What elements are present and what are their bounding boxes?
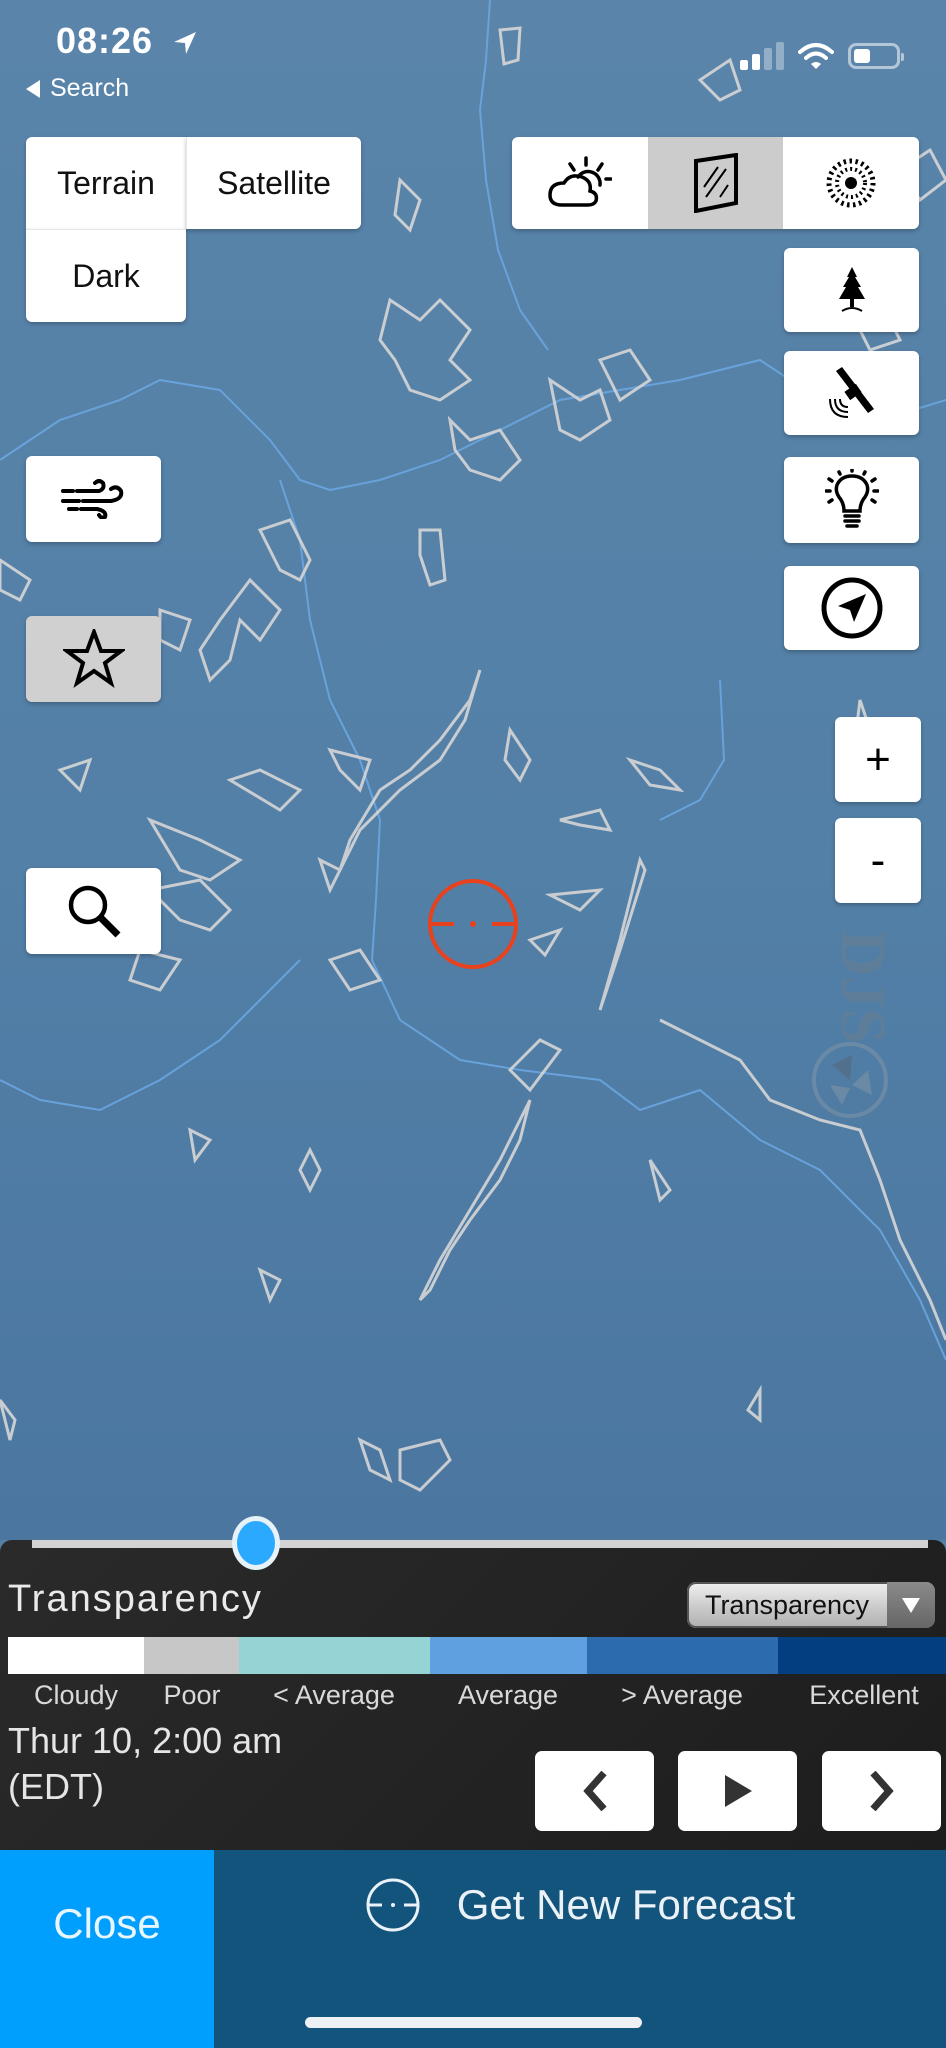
locate-me-button[interactable] [784,566,919,650]
chevron-left-icon [582,1771,607,1811]
zoom-out-button[interactable]: - [835,818,921,903]
star-icon [62,629,125,688]
wind-icon [60,479,123,519]
back-triangle-icon [26,79,40,98]
previous-time-button[interactable] [535,1751,654,1831]
legend-swatch-average [430,1637,587,1674]
close-button[interactable]: Close [0,1850,214,2048]
tree-icon [838,267,865,312]
legend-label: Poor [163,1680,221,1710]
layer-select-value: Transparency [704,1589,870,1620]
map-type-dark-button[interactable]: Dark [26,229,186,322]
favorites-button[interactable] [26,616,161,702]
crosshair-icon [366,1878,420,1932]
cellular-signal-icon [740,42,784,70]
play-icon [724,1775,752,1807]
back-search-label: Search [50,74,130,102]
satellite-icon [828,367,874,418]
status-indicators [740,42,904,70]
search-icon [68,885,120,938]
legend-swatch-cloudy [8,1637,144,1674]
legend-color-bar [8,1637,946,1674]
legend-label: > Average [621,1680,743,1710]
lightbulb-icon [824,469,879,528]
panel-title: Transparency [8,1578,263,1620]
legend-label: < Average [273,1680,395,1710]
home-indicator[interactable] [305,2017,642,2028]
map-type-satellite-button[interactable]: Satellite [186,137,361,229]
next-time-button[interactable] [822,1751,941,1831]
layer-seeing-button[interactable] [783,137,919,229]
get-new-forecast-label: Get New Forecast [456,1881,796,1928]
legend-swatch-poor [144,1637,239,1674]
layer-transparency-button[interactable] [647,137,784,229]
dropdown-arrow-icon [887,1582,935,1628]
legend-swatch-above-average [587,1637,778,1674]
satellite-layer-button[interactable] [784,351,919,435]
wifi-icon [798,43,834,69]
legend-swatch-below-average [239,1637,430,1674]
light-pollution-button[interactable] [784,457,919,543]
legend-swatch-excellent [778,1637,946,1674]
forest-layer-button[interactable] [784,248,919,332]
layer-select-dropdown[interactable]: Transparency [687,1582,935,1628]
watermark-text: DJS [828,930,892,1044]
close-label: Close [53,1900,161,1947]
timeline-slider-track[interactable] [32,1540,928,1548]
legend-labels: Cloudy Poor < Average Average > Average … [0,1680,946,1716]
zoom-in-button[interactable]: + [835,717,921,802]
play-button[interactable] [678,1751,797,1831]
forecast-layer-toggle [512,137,919,229]
legend-label: Cloudy [33,1680,119,1710]
search-location-button[interactable] [26,868,161,954]
back-to-search-link[interactable]: Search [26,74,129,103]
navigation-compass-icon [821,577,882,639]
status-time: 08:26 [56,20,154,61]
forecast-timezone: (EDT) [8,1766,104,1807]
partly-cloudy-icon [548,156,612,207]
battery-icon [848,43,904,69]
get-new-forecast-button[interactable]: Get New Forecast [214,1850,946,1960]
location-crosshair-icon [428,879,518,969]
wind-layer-button[interactable] [26,456,161,542]
map-type-terrain-button[interactable]: Terrain [26,137,186,229]
chevron-right-icon [869,1771,894,1811]
transparency-glass-icon [693,153,738,213]
layer-cloud-button[interactable] [512,137,648,229]
legend-label: Average [457,1680,559,1710]
legend-label: Excellent [809,1680,919,1710]
forecast-time: Thur 10, 2:00 am [8,1720,283,1761]
seeing-sun-icon [826,158,876,208]
djs-watermark: DJS [812,930,899,1135]
location-arrow-icon [174,32,196,54]
timeline-slider-thumb[interactable] [232,1516,280,1570]
